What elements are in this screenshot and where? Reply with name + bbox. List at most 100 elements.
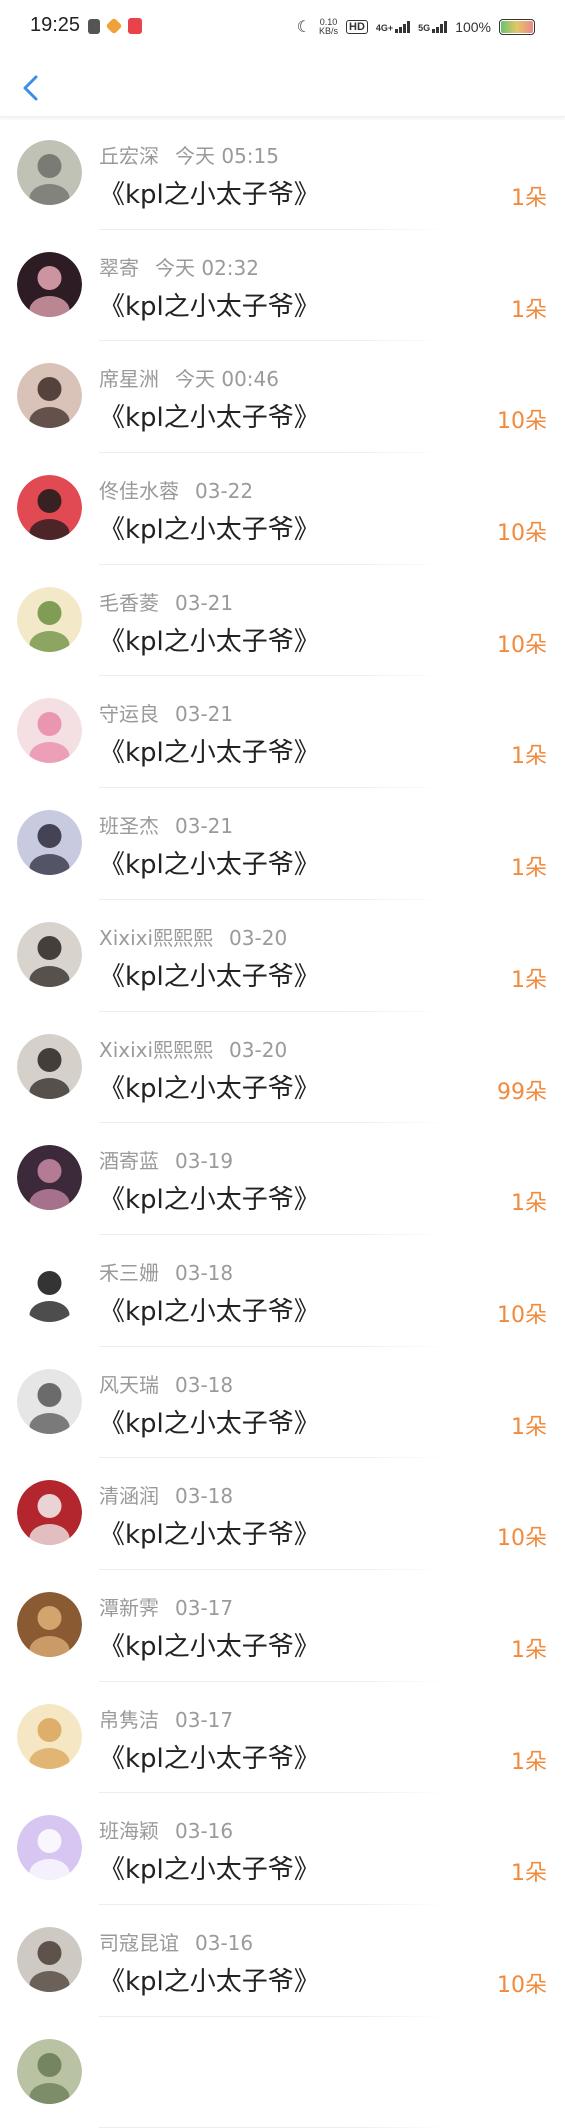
book-title: 《kpl之小太子爷》: [99, 738, 320, 769]
book-title: 《kpl之小太子爷》: [99, 1967, 320, 1997]
user-name: 班圣杰: [99, 814, 159, 839]
timestamp: 03-20: [229, 925, 288, 950]
user-name: 清涵润: [99, 1484, 159, 1509]
flower-count: 10朵: [497, 521, 547, 547]
list-item[interactable]: 司寇昆谊 03-16 《kpl之小太子爷》 10朵: [0, 1905, 565, 2017]
user-info: 潭新霁 03-17: [99, 1592, 233, 1621]
avatar-image: [17, 1033, 82, 1099]
user-name: 酒寄蓝: [99, 1149, 159, 1174]
flower-count: 1朵: [511, 744, 547, 770]
book-title: 《kpl之小太子爷》: [99, 1296, 320, 1327]
avatar-image: [17, 1480, 82, 1546]
battery-icon: [499, 19, 535, 35]
status-indicators: ☾ 0.10 KB/s HD 4G+ 5G 100%: [297, 17, 535, 37]
list-item[interactable]: 翠寄 今天 02:32 《kpl之小太子爷》 1朵: [0, 230, 565, 342]
avatar[interactable]: [17, 1815, 82, 1881]
avatar[interactable]: [17, 251, 82, 317]
book-title: 《kpl之小太子爷》: [99, 1073, 320, 1104]
user-info: 禾三姗 03-18: [99, 1257, 233, 1286]
avatar-image: [17, 921, 82, 987]
list-item[interactable]: 佟佳水蓉 03-22 《kpl之小太子爷》 10朵: [0, 453, 565, 565]
user-name: 毛香菱: [99, 590, 159, 615]
flower-count: 10朵: [497, 409, 547, 435]
book-title: 《kpl之小太子爷》: [99, 850, 320, 881]
book-title: 《kpl之小太子爷》: [99, 1855, 320, 1886]
network-speed-unit: KB/s: [319, 26, 339, 36]
user-name: 潭新霁: [99, 1595, 159, 1620]
avatar[interactable]: [17, 1927, 82, 1992]
signal-5g-label: 5G: [418, 23, 431, 33]
network-speed: 0.10 KB/s: [319, 18, 338, 36]
list-item[interactable]: 守运良 03-21 《kpl之小太子爷》 1朵: [0, 676, 565, 789]
list-item[interactable]: 丘宏深 今天 05:15 《kpl之小太子爷》 1朵: [0, 118, 565, 230]
user-name: Xixixi熙熙熙: [99, 925, 214, 950]
avatar[interactable]: [17, 1033, 82, 1099]
app-badge-icon: [128, 18, 142, 34]
back-button[interactable]: [18, 72, 46, 104]
avatar[interactable]: [17, 1591, 82, 1657]
timestamp: 03-20: [229, 1037, 288, 1062]
avatar-image: [17, 1703, 82, 1769]
avatar-image: [17, 586, 82, 652]
list-item[interactable]: [0, 2017, 565, 2128]
moon-icon: ☾: [296, 19, 311, 36]
list-item[interactable]: 酒寄蓝 03-19 《kpl之小太子爷》 1朵: [0, 1123, 565, 1235]
avatar[interactable]: [17, 363, 82, 429]
user-info: Xixixi熙熙熙 03-20: [99, 922, 287, 951]
timestamp: 03-22: [195, 479, 254, 504]
avatar[interactable]: [17, 698, 82, 764]
user-info: Xixixi熙熙熙 03-20: [99, 1034, 287, 1063]
avatar[interactable]: [17, 1145, 82, 1211]
avatar[interactable]: [17, 1368, 82, 1434]
hd-icon: HD: [346, 20, 368, 34]
avatar[interactable]: [17, 810, 82, 876]
chevron-left-icon: [23, 75, 38, 101]
avatar-image: [17, 698, 82, 764]
user-name: 席星洲: [99, 367, 159, 392]
flower-count: 1朵: [511, 856, 547, 882]
flower-count: 1朵: [511, 1191, 547, 1217]
flower-count: 1朵: [511, 1749, 547, 1775]
book-title: 《kpl之小太子爷》: [99, 403, 320, 434]
avatar[interactable]: [17, 1256, 82, 1322]
avatar[interactable]: [17, 1480, 82, 1546]
list-item[interactable]: 禾三姗 03-18 《kpl之小太子爷》 10朵: [0, 1235, 565, 1347]
nav-bar: [0, 58, 565, 117]
list-item[interactable]: 席星洲 今天 00:46 《kpl之小太子爷》 10朵: [0, 341, 565, 454]
timestamp: 03-21: [175, 702, 234, 727]
signal-4g-label: 4G+: [375, 23, 394, 33]
list-item[interactable]: 班海颖 03-16 《kpl之小太子爷》 1朵: [0, 1793, 565, 1905]
flower-count: 1朵: [511, 186, 547, 211]
timestamp: 03-18: [175, 1484, 234, 1509]
flower-count: 10朵: [497, 1973, 547, 1998]
timestamp: 03-18: [175, 1260, 234, 1285]
user-name: 司寇昆谊: [99, 1931, 179, 1955]
avatar-image: [17, 1145, 82, 1211]
book-title: 《kpl之小太子爷》: [99, 515, 320, 546]
user-info: 帛隽洁 03-17: [99, 1704, 233, 1733]
list-item[interactable]: Xixixi熙熙熙 03-20 《kpl之小太子爷》 1朵: [0, 900, 565, 1012]
avatar[interactable]: [17, 2038, 82, 2104]
timestamp: 03-18: [175, 1372, 234, 1397]
avatar[interactable]: [17, 140, 82, 205]
list-item[interactable]: 风天瑞 03-18 《kpl之小太子爷》 1朵: [0, 1347, 565, 1459]
user-info: 席星洲 今天 00:46: [99, 363, 279, 392]
book-title: 《kpl之小太子爷》: [99, 291, 320, 322]
avatar[interactable]: [17, 475, 82, 541]
timestamp: 03-21: [175, 814, 234, 839]
avatar[interactable]: [17, 921, 82, 987]
user-info: [99, 2039, 115, 2063]
list-item[interactable]: 潭新霁 03-17 《kpl之小太子爷》 1朵: [0, 1570, 565, 1682]
book-title: 《kpl之小太子爷》: [99, 626, 320, 657]
avatar[interactable]: [17, 1703, 82, 1769]
list-item[interactable]: Xixixi熙熙熙 03-20 《kpl之小太子爷》 99朵: [0, 1012, 565, 1124]
timestamp: 03-17: [175, 1707, 234, 1732]
list-item[interactable]: 毛香菱 03-21 《kpl之小太子爷》 10朵: [0, 565, 565, 677]
list-item[interactable]: 班圣杰 03-21 《kpl之小太子爷》 1朵: [0, 788, 565, 900]
list-item[interactable]: 帛隽洁 03-17 《kpl之小太子爷》 1朵: [0, 1682, 565, 1794]
signal-4g-icon: 4G+: [375, 21, 411, 33]
list-item[interactable]: 清涵润 03-18 《kpl之小太子爷》 10朵: [0, 1458, 565, 1570]
avatar[interactable]: [17, 586, 82, 652]
avatar-image: [17, 251, 82, 317]
avatar-image: [17, 810, 82, 876]
